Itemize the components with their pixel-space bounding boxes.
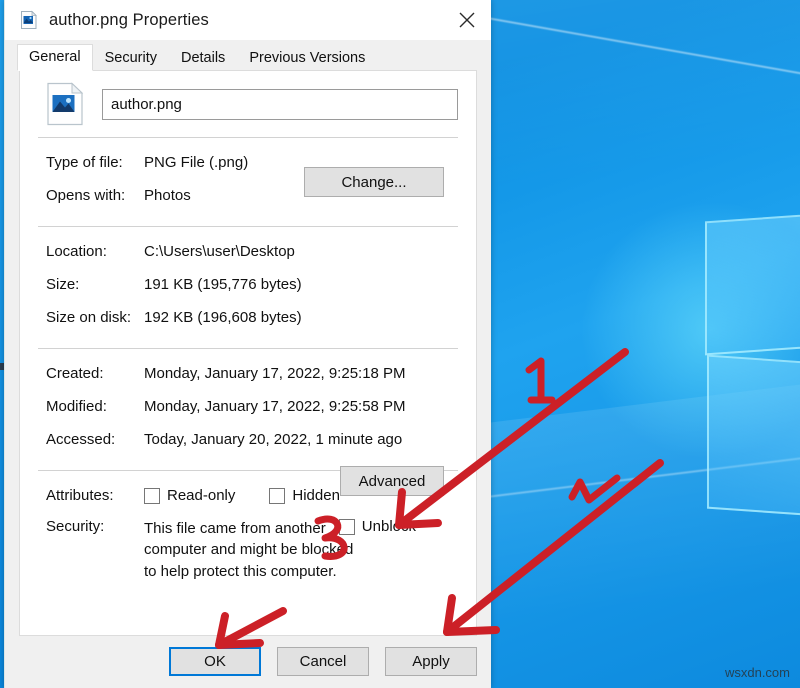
label-size: Size: xyxy=(36,276,144,293)
row-modified: Modified: Monday, January 17, 2022, 9:25… xyxy=(36,382,460,415)
file-properties-dialog: author.png Properties General Security D… xyxy=(4,0,491,688)
cancel-button[interactable]: Cancel xyxy=(277,647,369,676)
label-location: Location: xyxy=(36,243,144,260)
value-modified: Monday, January 17, 2022, 9:25:58 PM xyxy=(144,398,460,415)
hidden-checkbox-group[interactable]: Hidden xyxy=(269,487,340,504)
wallpaper-band-top xyxy=(440,0,800,197)
ok-button[interactable]: OK xyxy=(169,647,261,676)
row-attributes: Attributes: Read-only Hidden Advanced xyxy=(36,471,460,504)
general-tab-page: author.png Type of file: PNG File (.png)… xyxy=(19,70,477,636)
row-size: Size: 191 KB (195,776 bytes) xyxy=(36,260,460,293)
screen: author.png Properties General Security D… xyxy=(0,0,800,688)
site-watermark: wsxdn.com xyxy=(725,665,790,680)
value-created: Monday, January 17, 2022, 9:25:18 PM xyxy=(144,365,460,382)
label-type-of-file: Type of file: xyxy=(36,154,144,171)
label-modified: Modified: xyxy=(36,398,144,415)
dialog-titlebar: author.png Properties xyxy=(5,0,491,40)
label-accessed: Accessed: xyxy=(36,431,144,448)
label-opens-with: Opens with: xyxy=(36,187,144,204)
dialog-title: author.png Properties xyxy=(49,11,209,30)
readonly-checkbox[interactable] xyxy=(144,488,160,504)
readonly-label: Read-only xyxy=(167,487,235,504)
value-size: 191 KB (195,776 bytes) xyxy=(144,276,460,293)
value-location: C:\Users\user\Desktop xyxy=(144,243,460,260)
tab-general[interactable]: General xyxy=(17,44,93,72)
row-created: Created: Monday, January 17, 2022, 9:25:… xyxy=(36,349,460,382)
label-attributes: Attributes: xyxy=(36,487,144,504)
row-accessed: Accessed: Today, January 20, 2022, 1 min… xyxy=(36,415,460,448)
tab-details[interactable]: Details xyxy=(169,45,237,72)
value-size-on-disk: 192 KB (196,608 bytes) xyxy=(144,309,460,326)
label-created: Created: xyxy=(36,365,144,382)
row-security: Security: This file came from another co… xyxy=(36,504,460,582)
security-message: This file came from another computer and… xyxy=(144,518,354,582)
readonly-checkbox-group[interactable]: Read-only xyxy=(144,487,235,504)
hidden-checkbox[interactable] xyxy=(269,488,285,504)
filename-row: author.png xyxy=(36,71,460,123)
dialog-button-bar: OK Cancel Apply xyxy=(5,634,491,688)
change-button[interactable]: Change... xyxy=(304,167,444,197)
advanced-button[interactable]: Advanced xyxy=(340,466,444,496)
row-opens-with: Opens with: Photos Change... xyxy=(36,171,460,204)
png-image-file-icon xyxy=(46,82,84,126)
row-size-on-disk: Size on disk: 192 KB (196,608 bytes) xyxy=(36,293,460,326)
windows-logo-pane-upper xyxy=(705,211,800,356)
windows-logo-pane-lower xyxy=(707,355,800,520)
png-file-icon xyxy=(19,10,39,30)
tab-previous-versions[interactable]: Previous Versions xyxy=(237,45,377,72)
tab-strip: General Security Details Previous Versio… xyxy=(5,40,491,70)
row-location: Location: C:\Users\user\Desktop xyxy=(36,227,460,260)
unblock-checkbox-group[interactable]: Unblock xyxy=(339,518,416,535)
unblock-checkbox[interactable] xyxy=(339,519,355,535)
filename-input[interactable]: author.png xyxy=(102,89,458,120)
tab-security[interactable]: Security xyxy=(93,45,169,72)
close-icon[interactable] xyxy=(443,0,491,40)
hidden-label: Hidden xyxy=(292,487,340,504)
apply-button[interactable]: Apply xyxy=(385,647,477,676)
label-size-on-disk: Size on disk: xyxy=(36,309,144,326)
label-security: Security: xyxy=(36,518,144,535)
unblock-label: Unblock xyxy=(362,518,416,535)
value-accessed: Today, January 20, 2022, 1 minute ago xyxy=(144,431,460,448)
